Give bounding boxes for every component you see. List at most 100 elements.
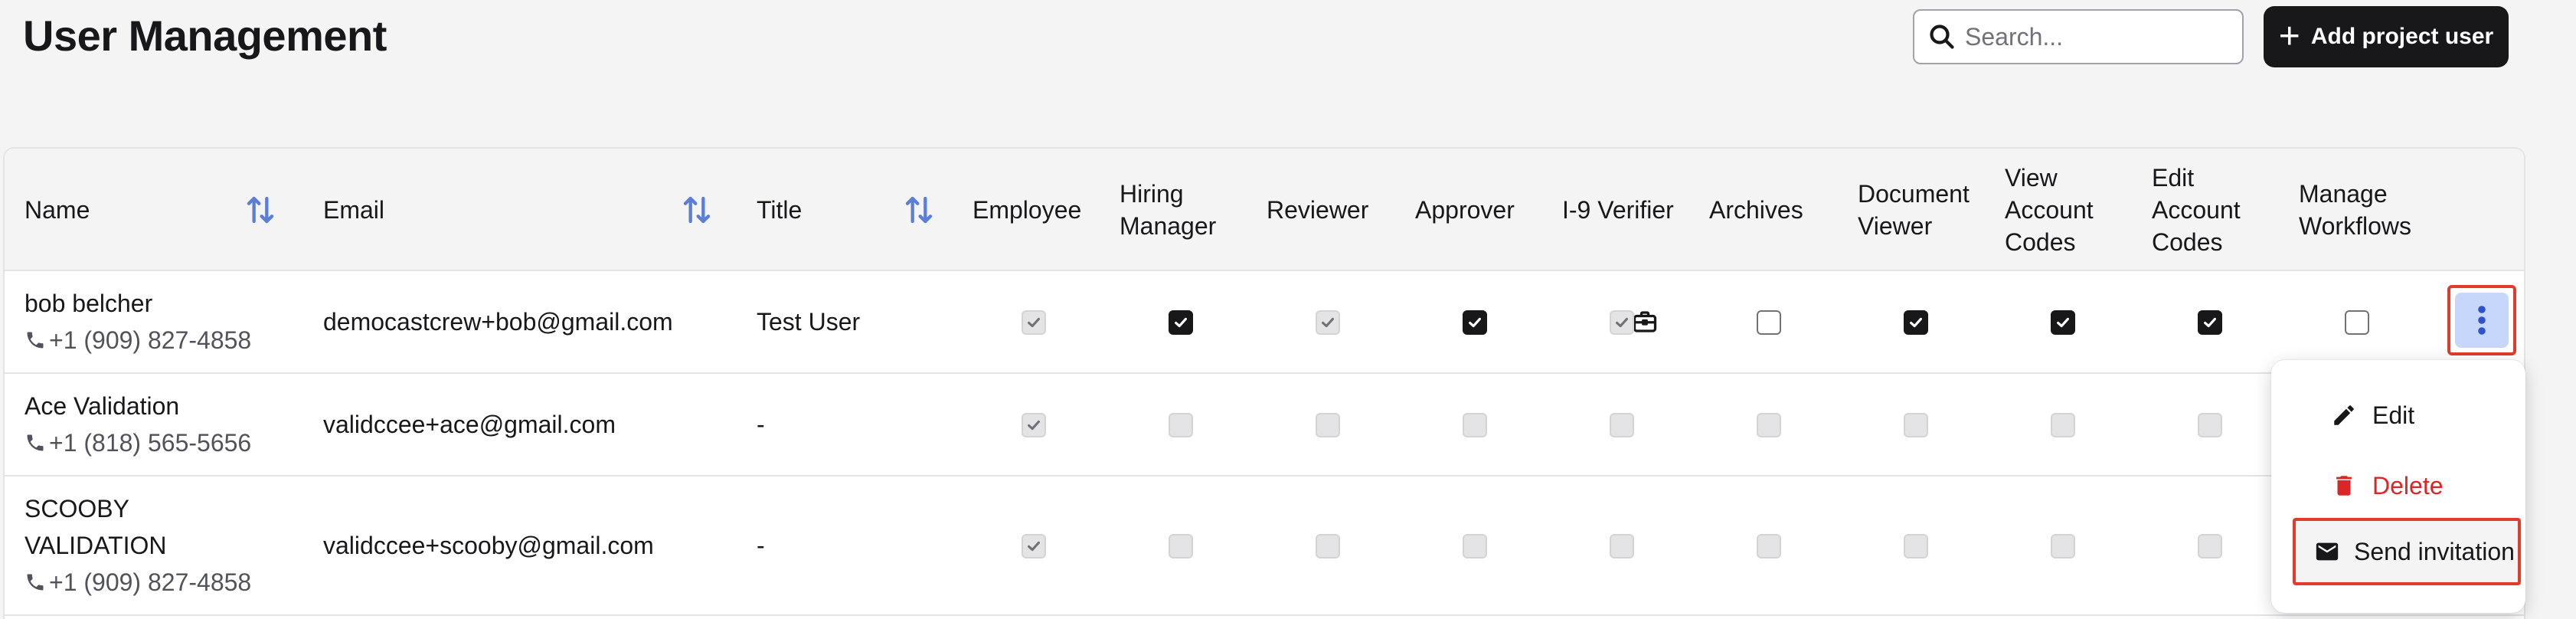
checkbox-edit-account-codes bbox=[2198, 413, 2222, 437]
checkbox-view-account-codes bbox=[2051, 534, 2075, 558]
checkbox-hiring-manager bbox=[1169, 413, 1193, 437]
checkbox-approver[interactable] bbox=[1463, 310, 1487, 335]
kebab-menu-icon bbox=[2478, 306, 2486, 335]
column-header-title[interactable]: Title bbox=[757, 149, 802, 271]
column-header-view-account-codes: View Account Codes bbox=[2005, 149, 2120, 271]
user-name-cell: SCOOBY VALIDATION +1 (909) 827-4858 bbox=[25, 477, 251, 614]
checkbox-archives bbox=[1757, 413, 1781, 437]
user-name: SCOOBY bbox=[25, 495, 129, 522]
column-header-i9-verifier: I-9 Verifier bbox=[1562, 149, 1674, 271]
user-name-cell: bob belcher +1 (909) 827-4858 bbox=[25, 271, 251, 372]
checkbox-manage-workflows[interactable] bbox=[2345, 310, 2369, 335]
menu-item-delete[interactable]: Delete bbox=[2290, 455, 2519, 516]
plus-icon: + bbox=[2278, 16, 2300, 57]
checkbox-i9-verifier bbox=[1610, 310, 1634, 335]
column-header-hiring-manager-label: Hiring Manager bbox=[1120, 180, 1217, 240]
checkbox-reviewer bbox=[1316, 310, 1340, 335]
column-header-email-label: Email bbox=[323, 196, 385, 224]
checkbox-view-account-codes[interactable] bbox=[2051, 310, 2075, 335]
user-title: - bbox=[757, 531, 765, 559]
checkbox-reviewer bbox=[1316, 534, 1340, 558]
search-icon bbox=[1930, 25, 1954, 49]
column-header-view-account-codes-label: View Account Codes bbox=[2005, 164, 2094, 256]
user-phone-text: +1 (818) 565-5656 bbox=[49, 429, 252, 457]
checkbox-edit-account-codes bbox=[2198, 534, 2222, 558]
column-header-archives-label: Archives bbox=[1709, 196, 1803, 224]
user-name-cell: Ace Validation +1 (818) 565-5656 bbox=[25, 374, 251, 475]
checkbox-view-account-codes bbox=[2051, 413, 2075, 437]
menu-item-send-invitation-label: Send invitation bbox=[2354, 537, 2515, 565]
menu-item-delete-label: Delete bbox=[2372, 471, 2444, 499]
phone-icon bbox=[27, 332, 44, 349]
column-header-hiring-manager: Hiring Manager bbox=[1120, 149, 1242, 271]
briefcase-icon bbox=[1633, 311, 1657, 332]
user-phone: +1 (909) 827-4858 bbox=[25, 564, 251, 601]
users-table: Name Email Title Employee Hiring Manager… bbox=[3, 147, 2525, 619]
menu-item-send-invitation[interactable]: Send invitation bbox=[2293, 518, 2521, 585]
column-header-manage-workflows-label: Manage Workflows bbox=[2299, 180, 2411, 240]
sort-arrows-icon[interactable] bbox=[904, 195, 934, 225]
search-box[interactable] bbox=[1913, 9, 2244, 64]
row-actions-menu: Edit Delete Send invitation bbox=[2271, 360, 2525, 613]
checkbox-edit-account-codes[interactable] bbox=[2198, 310, 2222, 335]
checkbox-hiring-manager bbox=[1169, 534, 1193, 558]
checkbox-reviewer bbox=[1316, 413, 1340, 437]
checkbox-i9-verifier bbox=[1610, 413, 1634, 437]
user-name: VALIDATION bbox=[25, 532, 167, 559]
checkbox-hiring-manager[interactable] bbox=[1169, 310, 1193, 335]
column-header-archives: Archives bbox=[1709, 149, 1803, 271]
column-header-name-label: Name bbox=[25, 196, 90, 224]
table-row: bob belcher +1 (909) 827-4858 democastcr… bbox=[5, 271, 2524, 374]
add-project-user-label: Add project user bbox=[2310, 24, 2494, 49]
checkbox-employee bbox=[1022, 413, 1046, 437]
user-name: bob belcher bbox=[25, 290, 153, 317]
add-project-user-button[interactable]: + Add project user bbox=[2264, 6, 2509, 67]
user-name: Ace Validation bbox=[25, 392, 180, 420]
envelope-icon bbox=[2316, 542, 2339, 561]
user-email: democastcrew+bob@gmail.com bbox=[323, 307, 673, 336]
row-actions-highlight bbox=[2447, 285, 2516, 355]
trash-icon bbox=[2336, 476, 2352, 496]
checkbox-document-viewer bbox=[1904, 413, 1928, 437]
checkbox-document-viewer[interactable] bbox=[1904, 310, 1928, 335]
pencil-icon bbox=[2334, 405, 2354, 425]
phone-icon bbox=[27, 574, 44, 591]
column-header-document-viewer-label: Document Viewer bbox=[1858, 180, 1970, 240]
menu-item-edit-label: Edit bbox=[2372, 401, 2415, 429]
row-actions-button[interactable] bbox=[2455, 293, 2509, 348]
column-header-document-viewer: Document Viewer bbox=[1858, 149, 1988, 271]
search-input[interactable] bbox=[1965, 22, 2225, 51]
checkbox-archives bbox=[1757, 534, 1781, 558]
column-header-reviewer-label: Reviewer bbox=[1267, 196, 1369, 224]
checkbox-approver bbox=[1463, 413, 1487, 437]
table-header: Name Email Title Employee Hiring Manager… bbox=[5, 149, 2524, 271]
table-row: SCOOBY VALIDATION +1 (909) 827-4858 vali… bbox=[5, 477, 2524, 616]
user-title: - bbox=[757, 410, 765, 438]
checkbox-employee bbox=[1022, 310, 1046, 335]
user-phone: +1 (909) 827-4858 bbox=[25, 322, 251, 359]
menu-item-edit[interactable]: Edit bbox=[2290, 385, 2519, 446]
checkbox-document-viewer bbox=[1904, 534, 1928, 558]
column-header-i9-verifier-label: I-9 Verifier bbox=[1562, 196, 1674, 224]
column-header-edit-account-codes-label: Edit Account Codes bbox=[2152, 164, 2241, 256]
user-phone-text: +1 (909) 827-4858 bbox=[49, 568, 252, 596]
table-row: Ace Validation +1 (818) 565-5656 validcc… bbox=[5, 374, 2524, 477]
column-header-name[interactable]: Name bbox=[25, 149, 90, 271]
checkbox-archives[interactable] bbox=[1757, 310, 1781, 335]
column-header-title-label: Title bbox=[757, 196, 803, 224]
checkbox-i9-verifier bbox=[1610, 534, 1634, 558]
checkbox-approver bbox=[1463, 534, 1487, 558]
user-phone-text: +1 (909) 827-4858 bbox=[49, 326, 252, 354]
page-title: User Management bbox=[23, 11, 387, 60]
sort-arrows-icon[interactable] bbox=[245, 195, 276, 225]
column-header-approver-label: Approver bbox=[1415, 196, 1515, 224]
column-header-email[interactable]: Email bbox=[323, 149, 384, 271]
column-header-reviewer: Reviewer bbox=[1267, 149, 1368, 271]
user-phone: +1 (818) 565-5656 bbox=[25, 424, 251, 461]
phone-icon bbox=[27, 434, 44, 451]
sort-arrows-icon[interactable] bbox=[682, 195, 712, 225]
user-title: Test User bbox=[757, 307, 861, 336]
column-header-manage-workflows: Manage Workflows bbox=[2299, 149, 2437, 271]
checkbox-employee bbox=[1022, 534, 1046, 558]
column-header-employee-label: Employee bbox=[973, 196, 1082, 224]
